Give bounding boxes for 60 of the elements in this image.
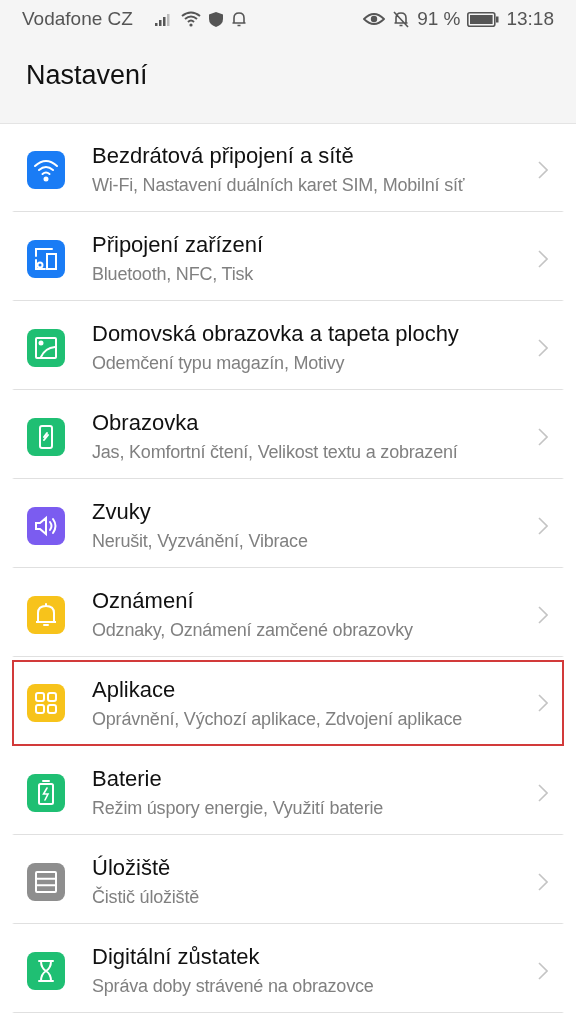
chevron-icon bbox=[538, 783, 548, 802]
item-title: Připojení zařízení bbox=[92, 232, 265, 258]
carrier-name: Vodafone CZ bbox=[22, 8, 133, 30]
chevron-icon bbox=[538, 872, 548, 891]
battery-icon bbox=[467, 11, 500, 27]
clock-time: 13:18 bbox=[506, 8, 554, 30]
settings-item[interactable]: Digitální zůstatek Správa doby strávené na obrazovce bbox=[12, 927, 564, 1013]
wifi-icon bbox=[27, 150, 65, 189]
item-description: Wi-Fi, Nastavení duálních karet SIM, Mobilní síť bbox=[92, 175, 466, 196]
item-description: Jas, Komfortní čtení, Velikost textu a zobrazení bbox=[92, 442, 459, 463]
settings-item[interactable]: Bezdrátová připojení a sítě Wi-Fi, Nastavení duálních karet SIM, Mobilní síť bbox=[12, 126, 564, 212]
battery-icon bbox=[27, 773, 65, 812]
item-description: Oprávnění, Výchozí aplikace, Zdvojení aplikace bbox=[92, 708, 463, 730]
bell-icon bbox=[230, 10, 247, 28]
chevron-icon bbox=[538, 694, 548, 712]
chevron-icon bbox=[538, 516, 548, 535]
page-title: Nastavení bbox=[26, 60, 148, 91]
eye-icon bbox=[363, 11, 386, 27]
item-title: Oznámení bbox=[92, 588, 195, 614]
devices-icon bbox=[27, 239, 65, 278]
chevron-icon bbox=[538, 249, 548, 268]
battery-percentage: 91 % bbox=[417, 8, 461, 30]
wifi-icon bbox=[180, 11, 201, 27]
item-title: Bezdrátová připojení a sítě bbox=[92, 143, 355, 169]
apps-icon bbox=[27, 684, 65, 722]
item-description: Správa doby strávené na obrazovce bbox=[92, 976, 375, 997]
item-description: Nerušit, Vyzvánění, Vibrace bbox=[92, 531, 309, 552]
bell-icon bbox=[27, 595, 65, 634]
chevron-icon bbox=[538, 605, 548, 624]
settings-item[interactable]: Zvuky Nerušit, Vyzvánění, Vibrace bbox=[12, 482, 564, 568]
item-description: Režim úspory energie, Využití baterie bbox=[92, 798, 385, 819]
settings-item[interactable]: Připojení zařízení Bluetooth, NFC, Tisk bbox=[12, 215, 564, 301]
shield-icon bbox=[207, 10, 224, 28]
settings-item[interactable]: Oznámení Odznaky, Oznámení zamčené obrazovky bbox=[12, 571, 564, 657]
sound-icon bbox=[27, 506, 65, 545]
chevron-icon bbox=[538, 427, 548, 446]
item-description: Čistič úložiště bbox=[92, 887, 201, 908]
item-title: Úložiště bbox=[92, 855, 172, 881]
muted-bell-icon bbox=[392, 10, 411, 28]
settings-item[interactable]: Domovská obrazovka a tapeta plochy Odemčení typu magazín, Motivy bbox=[12, 304, 564, 390]
wallpaper-icon bbox=[27, 328, 65, 367]
hourglass-icon bbox=[27, 951, 65, 990]
settings-item[interactable]: Baterie Režim úspory energie, Využití baterie bbox=[12, 749, 564, 835]
item-title: Digitální zůstatek bbox=[92, 944, 261, 970]
item-title: Domovská obrazovka a tapeta plochy bbox=[92, 321, 460, 347]
item-title: Obrazovka bbox=[92, 410, 200, 436]
chevron-icon bbox=[538, 338, 548, 357]
item-title: Aplikace bbox=[92, 676, 177, 703]
storage-icon bbox=[27, 862, 65, 901]
item-title: Baterie bbox=[92, 766, 163, 792]
item-title: Zvuky bbox=[92, 499, 152, 525]
item-description: Bluetooth, NFC, Tisk bbox=[92, 264, 255, 285]
item-description: Odemčení typu magazín, Motivy bbox=[92, 353, 346, 374]
settings-item[interactable]: Obrazovka Jas, Komfortní čtení, Velikost textu a zobrazení bbox=[12, 393, 564, 479]
display-icon bbox=[27, 417, 65, 456]
settings-item[interactable]: Úložiště Čistič úložiště bbox=[12, 838, 564, 924]
item-description: Odznaky, Oznámení zamčené obrazovky bbox=[92, 620, 414, 641]
chevron-icon bbox=[538, 160, 548, 179]
settings-item[interactable]: Aplikace Oprávnění, Výchozí aplikace, Zdvojení aplikace bbox=[12, 660, 564, 746]
chevron-icon bbox=[538, 961, 548, 980]
